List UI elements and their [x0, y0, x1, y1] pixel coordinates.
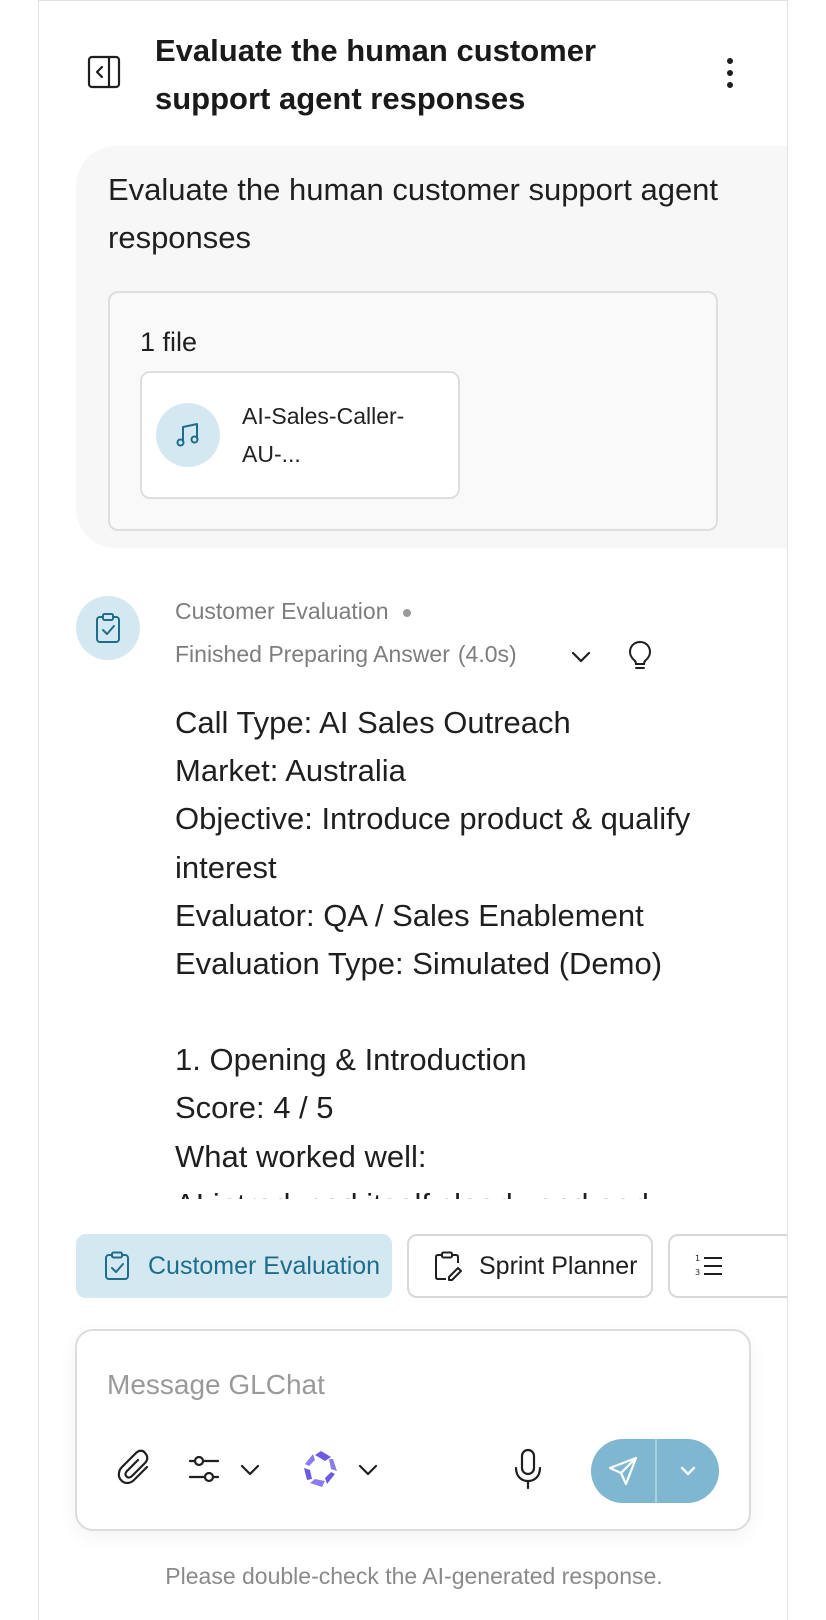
- message-input[interactable]: [107, 1363, 707, 1407]
- answer-line: What worked well:: [175, 1138, 427, 1174]
- send-options-button[interactable]: [657, 1439, 719, 1503]
- attachments-box: 1 file AI-Sales-Caller-AU-...: [108, 291, 718, 531]
- agent-avatar: [76, 596, 140, 660]
- answer-line: 1. Opening & Introduction: [175, 1042, 527, 1078]
- sliders-icon[interactable]: [187, 1449, 221, 1489]
- chat-window: Evaluate the human customer support agen…: [38, 0, 788, 1620]
- disclaimer-text: Please double-check the AI-generated res…: [165, 1563, 663, 1589]
- chat-header: Evaluate the human customer support agen…: [39, 1, 787, 141]
- answer-line: AI introduced itself clearly and early: [175, 1181, 765, 1199]
- file-name: AI-Sales-Caller-AU-...: [242, 403, 405, 467]
- chevron-down-icon[interactable]: [237, 1457, 263, 1483]
- chip-sprint-planner[interactable]: Sprint Planner: [407, 1234, 653, 1298]
- answer-status-text: Finished Preparing Answer: [175, 641, 450, 667]
- chat-title: Evaluate the human customer support agen…: [155, 33, 597, 116]
- agent-chips: Customer Evaluation Sprint Planner 1 3: [76, 1234, 787, 1300]
- chip-list[interactable]: 1 3: [668, 1234, 787, 1298]
- answer-duration: (4.0s): [457, 641, 517, 667]
- send-icon: [608, 1456, 638, 1486]
- chip-customer-evaluation[interactable]: Customer Evaluation: [76, 1234, 392, 1298]
- message-composer: [75, 1329, 751, 1531]
- svg-text:1: 1: [695, 1254, 700, 1263]
- file-attachment-card[interactable]: AI-Sales-Caller-AU-...: [140, 371, 460, 499]
- microphone-icon[interactable]: [511, 1445, 545, 1493]
- music-note-icon: [156, 403, 220, 467]
- answer-line: Evaluator: QA / Sales Enablement: [175, 897, 644, 933]
- chevron-down-icon: [680, 1466, 696, 1476]
- chevron-down-icon[interactable]: [569, 645, 593, 669]
- answer-line: Evaluation Type: Simulated (Demo): [175, 946, 663, 982]
- answer-line: Objective: Introduce product & qualify i…: [175, 801, 691, 885]
- list-ordered-icon: 1 3: [694, 1251, 724, 1281]
- answer-spacer: [175, 988, 765, 1036]
- svg-text:3: 3: [695, 1268, 700, 1277]
- answer-content: Call Type: AI Sales Outreach Market: Aus…: [175, 699, 765, 1199]
- send-button[interactable]: [591, 1439, 657, 1503]
- clipboard-check-icon: [102, 1251, 132, 1281]
- kebab-menu-icon[interactable]: [719, 53, 741, 93]
- clipboard-edit-icon: [433, 1251, 463, 1281]
- user-message-text: Evaluate the human customer support agen…: [108, 172, 719, 255]
- sidebar-collapse-icon[interactable]: [87, 55, 121, 89]
- answer-line: Call Type: AI Sales Outreach: [175, 705, 571, 740]
- separator-dot: [402, 608, 411, 617]
- agent-meta: Customer Evaluation: [175, 598, 411, 625]
- user-message: Evaluate the human customer support agen…: [76, 146, 787, 548]
- chip-label: Customer Evaluation: [148, 1251, 381, 1280]
- answer-status: Finished Preparing Answer (4.0s): [175, 641, 517, 668]
- paperclip-icon[interactable]: [115, 1447, 155, 1491]
- clipboard-check-icon: [96, 613, 120, 643]
- send-button-group: [591, 1439, 719, 1503]
- agent-name: Customer Evaluation: [175, 598, 389, 624]
- model-logo-icon[interactable]: [299, 1447, 343, 1491]
- answer-line: Score: 4 / 5: [175, 1090, 334, 1126]
- chevron-down-icon[interactable]: [355, 1457, 381, 1483]
- chip-label: Sprint Planner: [479, 1251, 638, 1280]
- answer-line: Market: Australia: [175, 753, 406, 789]
- lightbulb-icon[interactable]: [626, 639, 654, 673]
- attachments-count: 1 file: [140, 327, 198, 357]
